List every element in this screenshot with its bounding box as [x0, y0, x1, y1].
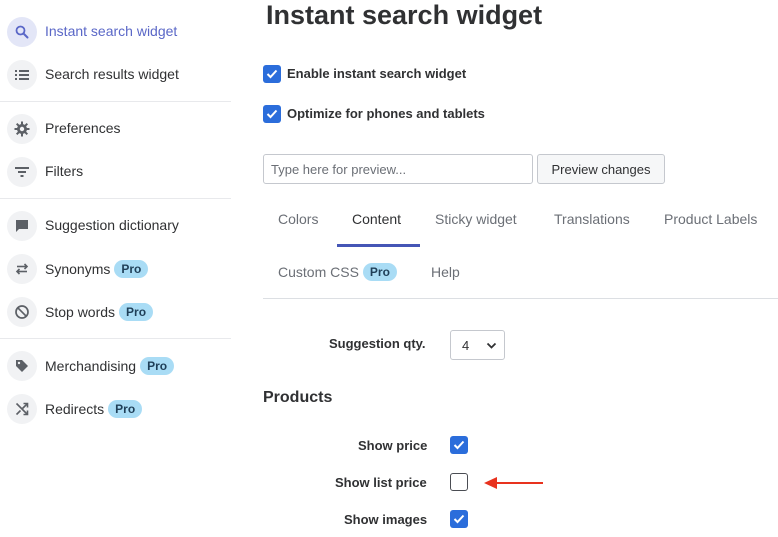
show-list-price-label: Show list price [335, 475, 427, 490]
annotation-arrow-icon [484, 477, 543, 489]
checkmark-icon [453, 514, 465, 524]
tab-content[interactable]: Content [352, 211, 401, 227]
sidebar-item-label: Suggestion dictionary [45, 217, 179, 233]
preview-search-input[interactable] [263, 154, 533, 184]
chevron-down-icon [486, 342, 497, 349]
tab-translations[interactable]: Translations [554, 211, 630, 227]
tab-help[interactable]: Help [431, 264, 460, 280]
tabs-divider [263, 298, 778, 299]
sidebar-item-redirects[interactable]: Redirects Pro [0, 392, 231, 426]
show-images-label: Show images [344, 512, 428, 527]
sidebar-item-label: Filters [45, 163, 84, 179]
sidebar-item-label: Search results widget [45, 66, 179, 82]
sidebar-item-suggestion-dictionary[interactable]: Suggestion dictionary [0, 209, 231, 243]
enable-instant-search-checkbox[interactable] [263, 65, 281, 83]
sidebar-item-merchandising[interactable]: Merchandising Pro [0, 349, 231, 383]
search-icon [7, 17, 37, 47]
sidebar-item-search-results-widget[interactable]: Search results widget [0, 58, 231, 92]
tag-icon [7, 351, 37, 381]
sidebar-item-synonyms[interactable]: Synonyms Pro [0, 252, 231, 286]
sidebar-item-filters[interactable]: Filters [0, 155, 231, 189]
active-tab-indicator [337, 244, 420, 247]
sidebar-item-label: Instant search widget [45, 23, 178, 39]
sidebar-item-label: Merchandising Pro [45, 357, 175, 375]
tab-product-labels[interactable]: Product Labels [664, 211, 757, 227]
block-icon [7, 297, 37, 327]
pro-badge: Pro [119, 303, 154, 321]
sidebar-item-label: Stop words Pro [45, 303, 154, 321]
show-price-checkbox[interactable] [450, 436, 468, 454]
show-list-price-checkbox[interactable] [450, 473, 468, 491]
pro-badge: Pro [114, 260, 149, 278]
pro-badge: Pro [140, 357, 175, 375]
sidebar: Instant search widget Search results wid… [0, 0, 231, 537]
suggestion-qty-select[interactable]: 4 [450, 330, 505, 360]
tab-sticky-widget[interactable]: Sticky widget [435, 211, 517, 227]
preview-changes-button[interactable]: Preview changes [537, 154, 665, 184]
checkmark-icon [266, 109, 278, 119]
checkmark-icon [453, 440, 465, 450]
swap-icon [7, 254, 37, 284]
tab-custom-css[interactable]: Custom CSS Pro [278, 263, 397, 281]
gear-icon [7, 114, 37, 144]
sidebar-divider [0, 198, 231, 199]
show-price-label: Show price [358, 438, 428, 453]
products-heading: Products [263, 389, 333, 406]
sidebar-item-label: Redirects Pro [45, 400, 143, 418]
suggestion-qty-label: Suggestion qty. [329, 336, 426, 351]
pro-badge: Pro [108, 400, 143, 418]
enable-instant-search-label: Enable instant search widget [287, 66, 467, 81]
optimize-mobile-checkbox[interactable] [263, 105, 281, 123]
sidebar-item-preferences[interactable]: Preferences [0, 112, 231, 146]
sidebar-item-stop-words[interactable]: Stop words Pro [0, 295, 231, 329]
tab-colors[interactable]: Colors [278, 211, 318, 227]
show-images-checkbox[interactable] [450, 510, 468, 528]
page-title: Instant search widget [266, 0, 543, 30]
checkmark-icon [266, 69, 278, 79]
sidebar-item-label: Synonyms Pro [45, 260, 149, 278]
sidebar-divider [0, 101, 231, 102]
tab-label: Custom CSS [278, 264, 359, 280]
optimize-mobile-label: Optimize for phones and tablets [287, 106, 485, 121]
suggestion-qty-value: 4 [462, 337, 470, 353]
list-icon [7, 60, 37, 90]
chat-icon [7, 211, 37, 241]
filter-icon [7, 157, 37, 187]
sidebar-item-label: Preferences [45, 120, 121, 136]
sidebar-divider [0, 338, 231, 339]
sidebar-item-instant-search-widget[interactable]: Instant search widget [0, 15, 231, 49]
pro-badge: Pro [362, 263, 397, 281]
shuffle-icon [7, 394, 37, 424]
